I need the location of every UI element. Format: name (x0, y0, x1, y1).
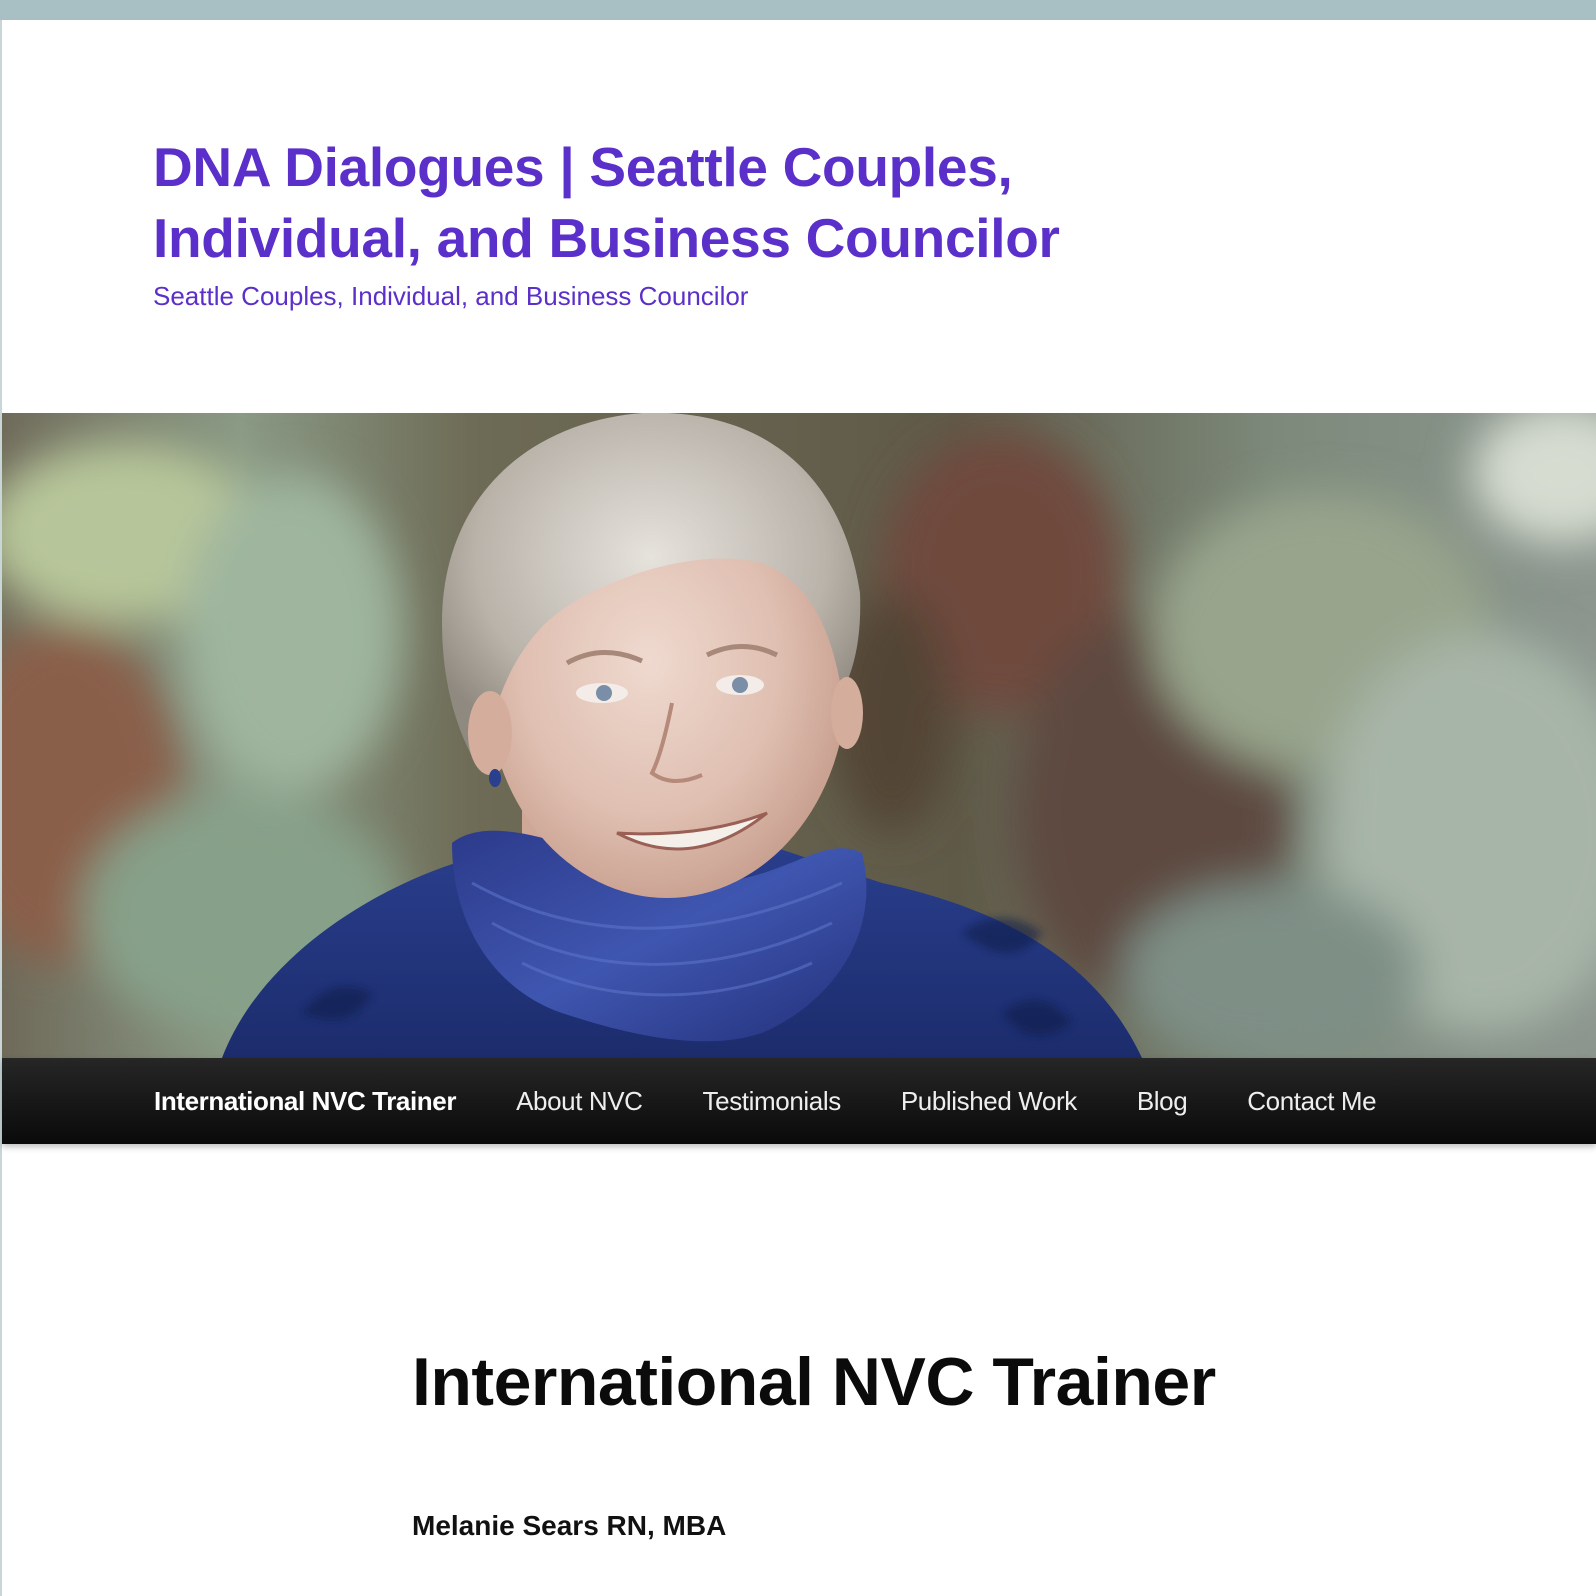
nav-item-about-nvc[interactable]: About NVC (516, 1086, 643, 1117)
site-description: Seattle Couples, Individual, and Busines… (153, 281, 749, 311)
site-header: DNA Dialogues | Seattle Couples, Individ… (153, 132, 1253, 312)
nav-item-international-nvc-trainer[interactable]: International NVC Trainer (154, 1086, 456, 1117)
page: DNA Dialogues | Seattle Couples, Individ… (0, 20, 1596, 1596)
author-name: Melanie Sears RN, MBA (412, 1510, 727, 1541)
nav-item-contact-me[interactable]: Contact Me (1247, 1086, 1376, 1117)
nav-menu: International NVC Trainer About NVC Test… (2, 1058, 1596, 1144)
nav-item-blog[interactable]: Blog (1137, 1086, 1188, 1117)
nav-item-published-work[interactable]: Published Work (901, 1086, 1077, 1117)
nav-item-testimonials[interactable]: Testimonials (703, 1086, 842, 1117)
portrait-photo (2, 413, 1596, 1058)
main-content: International NVC Trainer Melanie Sears … (412, 1340, 1412, 1542)
main-navigation: International NVC Trainer About NVC Test… (2, 1058, 1596, 1144)
hero-image (2, 413, 1596, 1058)
page-title: International NVC Trainer (412, 1344, 1216, 1420)
site-title[interactable]: DNA Dialogues | Seattle Couples, Individ… (153, 132, 1253, 274)
